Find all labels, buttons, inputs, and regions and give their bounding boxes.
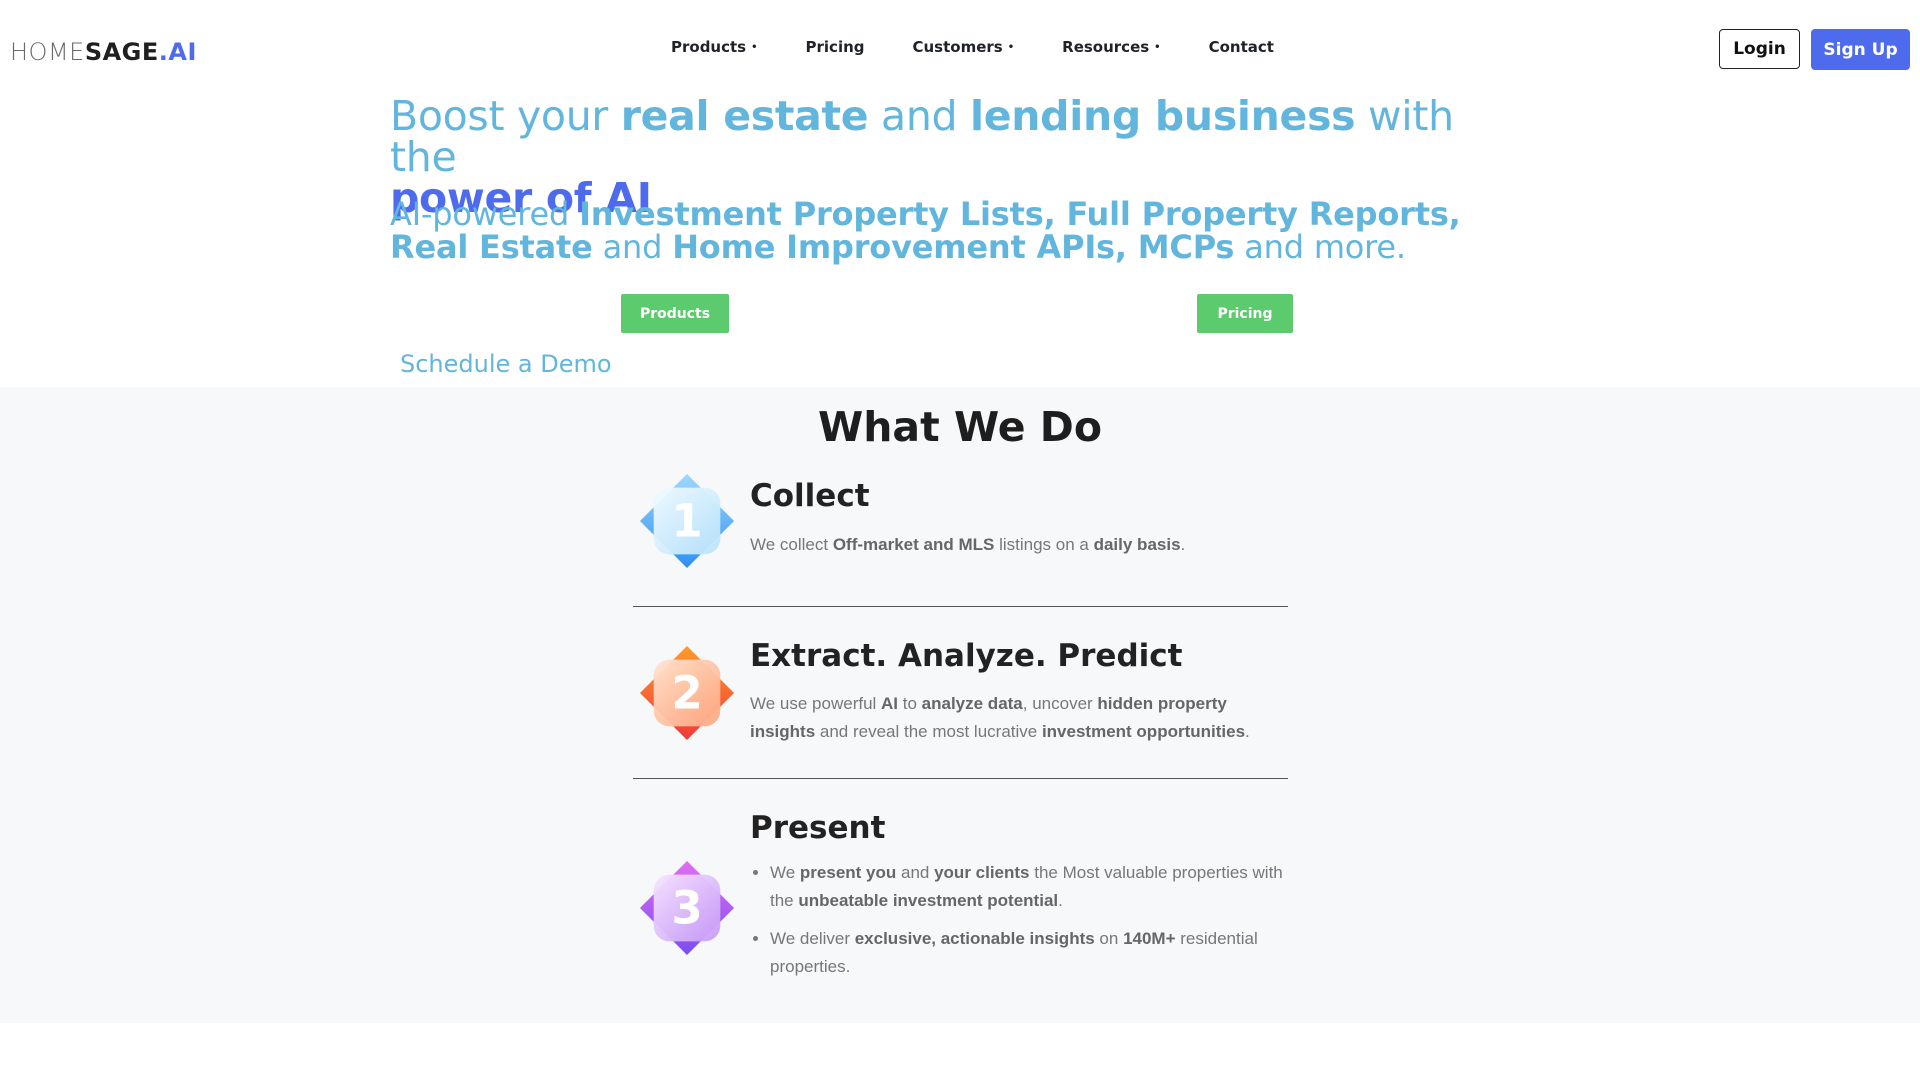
menu-item-pricing[interactable]: Pricing	[806, 38, 865, 56]
menu-item-resources[interactable]: Resources •	[1062, 38, 1160, 56]
menu-item-customers[interactable]: Customers •	[913, 38, 1015, 56]
list-item: We present you and your clients the Most…	[770, 859, 1310, 915]
menu-item-products[interactable]: Products •	[671, 38, 758, 56]
hero-subtitle: AI-powered Investment Property Lists, Fu…	[390, 195, 1461, 266]
signup-button[interactable]: Sign Up	[1811, 29, 1910, 70]
dropdown-dot-icon: •	[1007, 42, 1015, 53]
list-item: We deliver exclusive, actionable insight…	[770, 925, 1310, 981]
main-menu: Products • Pricing Customers • Resources • …	[671, 38, 1322, 56]
dropdown-dot-icon: •	[751, 42, 758, 53]
step-one-icon: 1	[639, 473, 735, 569]
dropdown-dot-icon: •	[1154, 42, 1161, 53]
step-three-icon: 3	[639, 860, 735, 956]
homesage-logo[interactable]: HOMESAGE.AI	[10, 38, 197, 66]
present-bullet-list: We present you and your clients the Most…	[750, 859, 1310, 991]
step-title: Collect	[750, 478, 870, 514]
step-title: Extract. Analyze. Predict	[750, 638, 1183, 674]
divider	[633, 606, 1288, 607]
top-navbar: HOMESAGE.AI Products • Pricing Customers •…	[0, 0, 1920, 100]
step-description: We collect Off-market and MLS listings o…	[750, 535, 1186, 554]
step-number: 2	[671, 667, 702, 720]
step-number: 1	[671, 495, 702, 548]
products-button[interactable]: Products	[621, 294, 729, 333]
step-two-icon: 2	[639, 645, 735, 741]
divider	[633, 778, 1288, 779]
schedule-demo-link[interactable]: Schedule a Demo	[400, 350, 612, 378]
pricing-button[interactable]: Pricing	[1197, 294, 1293, 333]
section-title: What We Do	[818, 403, 1102, 451]
menu-item-contact[interactable]: Contact	[1209, 38, 1274, 56]
login-button[interactable]: Login	[1719, 29, 1800, 69]
step-description: We use powerful AI to analyze data, unco…	[750, 694, 1250, 741]
step-number: 3	[671, 882, 702, 935]
step-title: Present	[750, 810, 886, 846]
